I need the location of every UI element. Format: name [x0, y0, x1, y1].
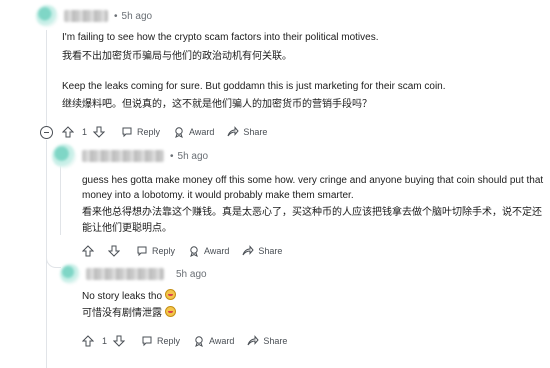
- share-label: Share: [258, 246, 283, 256]
- speech-bubble-icon: [122, 127, 132, 138]
- arrow-down-icon[interactable]: [113, 335, 126, 347]
- comment-text-line: 我看不出加密货币骗局与他们的政治动机有何关联。: [62, 51, 292, 62]
- share-button[interactable]: Share: [247, 335, 287, 347]
- comment-time: 5h ago: [177, 150, 209, 162]
- comment-text-line: 继续爆料吧。但说真的，这不就是他们骗人的加密货币的营销手段吗？: [62, 99, 372, 110]
- arrow-down-icon[interactable]: [93, 126, 106, 138]
- reply-button[interactable]: Reply: [141, 335, 180, 347]
- comment-text-line: 能让他们更聪明点。: [82, 223, 172, 234]
- redacted-username[interactable]: [82, 150, 164, 162]
- speech-bubble-icon: [137, 246, 147, 257]
- award-ribbon-icon: [195, 336, 203, 347]
- share-arrow-icon: [247, 335, 260, 346]
- reply-button[interactable]: Reply: [121, 126, 160, 138]
- emoji-icon: [165, 306, 176, 317]
- arrow-up-icon[interactable]: [82, 245, 94, 257]
- award-button[interactable]: Award: [193, 335, 234, 347]
- reply-label: Reply: [137, 127, 161, 137]
- comment-2-actions: Reply Award Share: [82, 241, 295, 261]
- award-button[interactable]: Award: [188, 245, 229, 257]
- collapse-minus-icon[interactable]: [40, 126, 53, 139]
- share-label: Share: [243, 127, 268, 137]
- comment-1-actions: 1 Reply Award Share: [62, 122, 280, 142]
- speech-bubble-icon: [142, 336, 152, 347]
- avatar[interactable]: [60, 264, 80, 284]
- reply-button[interactable]: Reply: [136, 245, 175, 257]
- comment-text-line: I'm failing to see how the crypto scam f…: [62, 32, 379, 43]
- arrow-up-icon[interactable]: [82, 335, 94, 347]
- comment-text-line: No story leaks tho: [82, 289, 177, 305]
- comment-text-line: guess hes gotta make money off this some…: [82, 175, 544, 186]
- comment-3-actions: 1 Reply Award Share: [82, 331, 300, 351]
- arrow-down-icon[interactable]: [108, 245, 120, 257]
- award-label: Award: [209, 336, 235, 346]
- vote-count: 1: [102, 336, 108, 346]
- award-label: Award: [204, 246, 230, 256]
- reply-label: Reply: [152, 246, 176, 256]
- comment-time: 5h ago: [121, 10, 153, 22]
- share-button[interactable]: Share: [227, 126, 267, 138]
- share-button[interactable]: Share: [242, 245, 282, 257]
- thread-connector: [46, 235, 61, 268]
- separator-dot: •: [114, 10, 118, 22]
- comment-text-line: 看来他总得想办法靠这个赚钱。真是太恶心了，买这种币的人应该把钱拿去做个脑叶切除手…: [82, 207, 542, 218]
- vote-control: [82, 245, 124, 257]
- comment-text-line: 可惜没有剧情泄露: [82, 306, 176, 322]
- comment-1-meta: • 5h ago: [36, 5, 153, 27]
- award-ribbon-icon: [175, 127, 183, 138]
- award-label: Award: [189, 127, 215, 137]
- emoji-icon: [165, 289, 177, 300]
- share-arrow-icon: [227, 126, 240, 137]
- comment-text: 可惜没有剧情泄露: [82, 308, 162, 319]
- avatar[interactable]: [52, 144, 76, 168]
- comment-text-line: money into a lobotomy. it would probably…: [82, 190, 354, 201]
- thread-line-nested: [60, 165, 61, 235]
- vote-control: 1: [82, 335, 129, 347]
- vote-control: 1: [62, 126, 109, 138]
- share-arrow-icon: [242, 245, 255, 256]
- vote-count: 1: [82, 127, 88, 137]
- avatar[interactable]: [36, 5, 58, 27]
- comment-2-meta: • 5h ago: [52, 144, 209, 168]
- comment-time: 5h ago: [176, 268, 207, 280]
- share-label: Share: [263, 336, 288, 346]
- separator-dot: •: [170, 150, 174, 162]
- redacted-username[interactable]: [64, 10, 108, 22]
- comment-text: No story leaks tho: [82, 291, 163, 302]
- arrow-up-icon[interactable]: [62, 126, 74, 138]
- award-ribbon-icon: [190, 246, 198, 257]
- award-button[interactable]: Award: [173, 126, 214, 138]
- reply-label: Reply: [157, 336, 181, 346]
- thread-line-main: [46, 30, 47, 130]
- comment-3-meta: 5h ago: [60, 264, 207, 284]
- comment-text-line: Keep the leaks coming for sure. But godd…: [62, 81, 446, 92]
- redacted-username[interactable]: [86, 268, 164, 280]
